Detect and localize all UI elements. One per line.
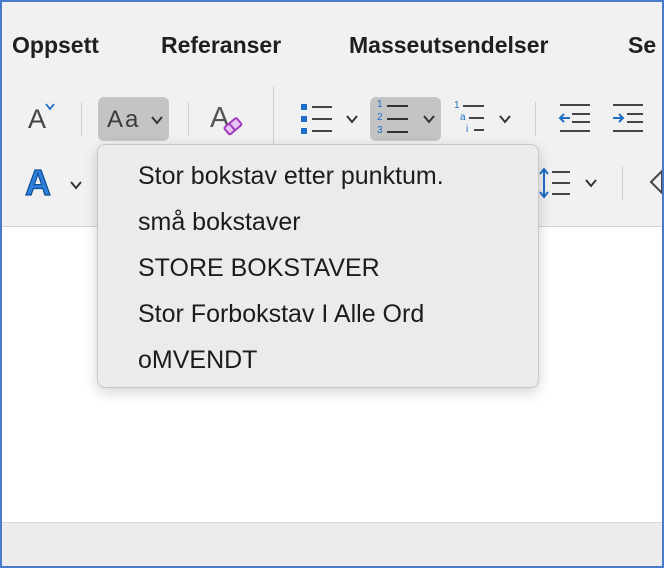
decrease-indent-icon bbox=[558, 104, 590, 132]
menu-item-toggle-case[interactable]: oMVENDT bbox=[138, 345, 257, 375]
change-case-button[interactable]: Aa bbox=[98, 97, 169, 141]
shape-icon bbox=[649, 169, 662, 195]
bullet-list-icon bbox=[301, 104, 358, 134]
text-effects-icon: A bbox=[24, 161, 51, 203]
tab-se[interactable]: Se bbox=[628, 32, 656, 59]
menu-item-uppercase[interactable]: STORE BOKSTAVER bbox=[138, 253, 380, 283]
window: Oppsett Referanser Masseutsendelser Se A… bbox=[0, 0, 664, 568]
font-size-button[interactable]: A bbox=[26, 102, 62, 138]
caret-up-icon bbox=[45, 103, 55, 111]
change-case-icon: Aa bbox=[107, 106, 141, 133]
font-size-icon: A bbox=[28, 104, 47, 134]
bullet-list-button[interactable] bbox=[298, 100, 364, 140]
menu-item-lowercase[interactable]: små bokstaver bbox=[138, 207, 301, 237]
eraser-icon bbox=[223, 117, 243, 136]
multilevel-list-button[interactable]: 1 a i bbox=[452, 100, 516, 140]
separator bbox=[81, 102, 82, 136]
text-effects-button[interactable]: A bbox=[24, 161, 86, 204]
chevron-down-icon bbox=[151, 116, 163, 125]
shape-button[interactable] bbox=[648, 166, 662, 198]
tab-oppsett[interactable]: Oppsett bbox=[12, 32, 99, 59]
decrease-indent-button[interactable] bbox=[558, 102, 592, 136]
tab-referanser[interactable]: Referanser bbox=[161, 32, 281, 59]
change-case-menu: Stor bokstav etter punktum. små bokstave… bbox=[97, 144, 539, 388]
separator bbox=[188, 102, 189, 136]
separator bbox=[535, 102, 536, 136]
status-strip bbox=[2, 522, 662, 566]
separator bbox=[622, 166, 623, 200]
line-spacing-button[interactable] bbox=[538, 166, 602, 202]
increase-indent-icon bbox=[613, 104, 643, 132]
multilevel-list-icon bbox=[463, 105, 511, 131]
increase-indent-button[interactable] bbox=[611, 102, 645, 136]
chevron-down-icon bbox=[70, 181, 82, 190]
clear-formatting-button[interactable]: A bbox=[207, 100, 247, 140]
separator bbox=[273, 86, 274, 146]
tab-masseutsendelser[interactable]: Masseutsendelser bbox=[349, 32, 548, 59]
menu-item-sentence-case[interactable]: Stor bokstav etter punktum. bbox=[138, 161, 444, 191]
menu-item-capitalize-each-word[interactable]: Stor Forbokstav I Alle Ord bbox=[138, 299, 424, 329]
numbered-list-button[interactable]: 1 2 3 bbox=[370, 97, 441, 141]
line-spacing-icon bbox=[539, 167, 597, 199]
numbered-list-icon bbox=[387, 105, 435, 133]
